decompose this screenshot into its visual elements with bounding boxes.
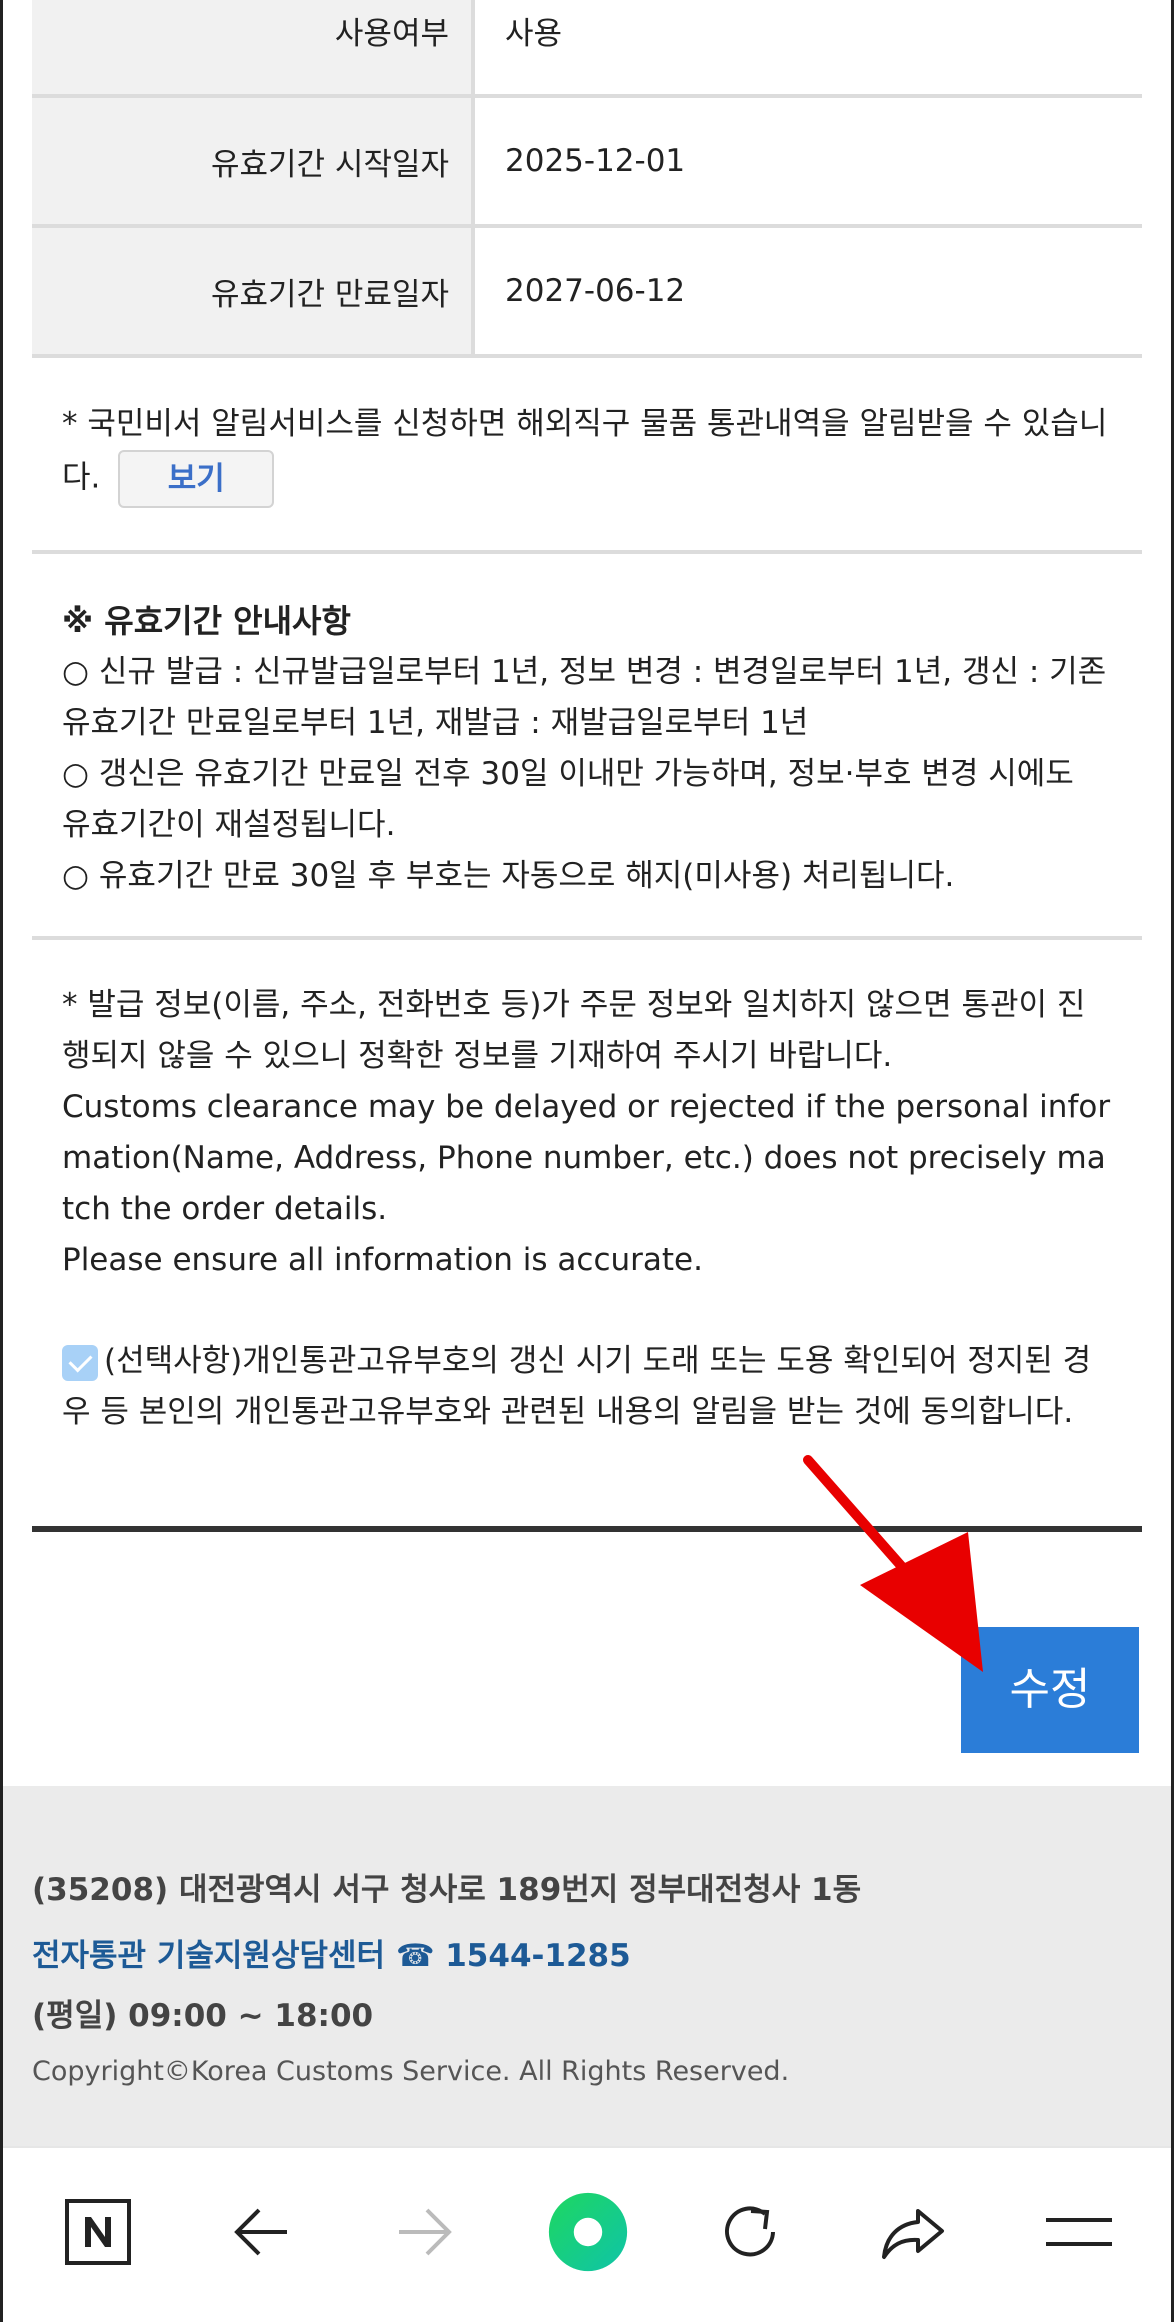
back-arrow-icon[interactable] (221, 2192, 301, 2272)
notification-notice: * 국민비서 알림서비스를 신청하면 해외직구 물품 통관내역을 알림받을 수 … (32, 362, 1142, 554)
footer-support-center[interactable]: 전자통관 기술지원상담센터 ☎ 1544-1285 (32, 1930, 631, 1975)
consent-checkbox[interactable] (62, 1344, 98, 1381)
footer-address: (35208) 대전광역시 서구 청사로 189번지 정부대전청사 1동 (32, 1872, 862, 1908)
validity-notice-title: ※ 유효기간 안내사항 (62, 602, 351, 640)
naver-home-icon[interactable] (58, 2192, 138, 2272)
accuracy-text-en: Customs clearance may be delayed or reje… (62, 1089, 1111, 1227)
accuracy-notice: * 발급 정보(이름, 주소, 전화번호 등)가 주문 정보와 일치하지 않으면… (32, 944, 1142, 1532)
table-row: 유효기간 만료일자 2027-06-12 (32, 228, 1142, 358)
view-button[interactable]: 보기 (118, 450, 275, 508)
table-row: 유효기간 시작일자 2025-12-01 (32, 98, 1142, 228)
label-end-date: 유효기간 만료일자 (32, 228, 475, 354)
footer-copyright: Copyright©Korea Customs Service. All Rig… (32, 2056, 790, 2087)
consent-label: (선택사항)개인통관고유부호의 갱신 시기 도래 또는 도용 확인되어 정지된 … (62, 1343, 1092, 1430)
browser-navbar (3, 2146, 1171, 2322)
footer-hours: (평일) 09:00 ~ 18:00 (32, 1998, 374, 2034)
value-end-date: 2027-06-12 (505, 273, 686, 309)
menu-icon[interactable] (1039, 2192, 1119, 2272)
validity-line-3: ○ 유효기간 만료 30일 후 부호는 자동으로 해지(미사용) 처리됩니다. (62, 858, 955, 894)
label-usage: 사용여부 (32, 0, 475, 94)
validity-line-2: ○ 갱신은 유효기간 만료일 전후 30일 이내만 가능하며, 정보·부호 변경… (62, 756, 1074, 843)
validity-notice: ※ 유효기간 안내사항 ○ 신규 발급 : 신규발급일로부터 1년, 정보 변경… (32, 556, 1142, 940)
green-circle-icon[interactable] (548, 2192, 628, 2272)
annotation-arrow-icon (803, 1455, 983, 1672)
label-start-date: 유효기간 시작일자 (32, 98, 475, 224)
refresh-icon[interactable] (710, 2192, 790, 2272)
validity-line-1: ○ 신규 발급 : 신규발급일로부터 1년, 정보 변경 : 변경일로부터 1년… (62, 654, 1107, 741)
share-icon[interactable] (873, 2192, 953, 2272)
accuracy-text-ko: * 발급 정보(이름, 주소, 전화번호 등)가 주문 정보와 일치하지 않으면… (62, 987, 1086, 1074)
value-start-date: 2025-12-01 (505, 143, 686, 179)
accuracy-text-en-2: Please ensure all information is accurat… (62, 1242, 703, 1278)
forward-arrow-icon[interactable] (385, 2192, 465, 2272)
info-table: 사용여부 사용 유효기간 시작일자 2025-12-01 유효기간 만료일자 2… (32, 0, 1142, 358)
consent-row: (선택사항)개인통관고유부호의 갱신 시기 도래 또는 도용 확인되어 정지된 … (62, 1336, 1112, 1438)
table-row: 사용여부 사용 (32, 0, 1142, 98)
footer: (35208) 대전광역시 서구 청사로 189번지 정부대전청사 1동 전자통… (3, 1786, 1171, 2146)
value-usage: 사용 (505, 16, 563, 52)
